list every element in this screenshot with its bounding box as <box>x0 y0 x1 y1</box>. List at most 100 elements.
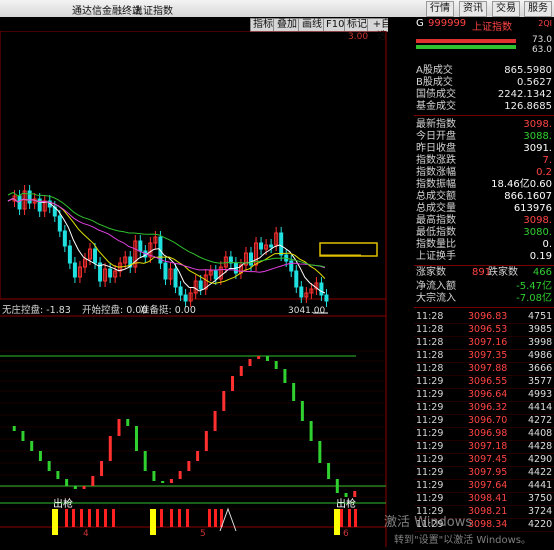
kline-chart[interactable] <box>0 30 388 547</box>
candle-body <box>299 286 304 298</box>
stat-row: 指数涨幅 0.2 <box>414 167 554 179</box>
stat-row: 今日开盘 3088. <box>414 131 554 143</box>
tick-time: 11:29 <box>416 467 444 478</box>
indicator-bar <box>231 376 235 391</box>
tick-price: 3096.53 <box>468 324 508 335</box>
tick-row[interactable]: 11:28 3097.35 4986 <box>414 350 554 363</box>
indicator-bar <box>248 359 252 366</box>
stat-value: 3088. <box>523 131 552 142</box>
stat-label: 指数量比 <box>416 239 456 250</box>
tick-row[interactable]: 11:28 3096.83 4751 <box>414 311 554 324</box>
indicator-bar <box>187 461 191 471</box>
tick-time: 11:29 <box>416 428 444 439</box>
activate-windows: 激活 Windows <box>384 515 473 530</box>
fuwu-button[interactable]: 服务 <box>524 1 552 17</box>
stat-value: 18.46亿0.60 <box>491 179 552 190</box>
toolbar-overlay-button[interactable]: 叠加 <box>273 18 301 32</box>
volume-bar <box>88 509 91 527</box>
tick-price: 3098.21 <box>468 506 508 517</box>
stat-value: 3098. <box>523 215 552 226</box>
candle-body <box>289 260 294 272</box>
candle-body <box>67 245 72 264</box>
tick-price: 3098.34 <box>468 519 508 530</box>
indicator-bar <box>143 451 147 471</box>
tick-row[interactable]: 11:28 3096.53 3985 <box>414 324 554 337</box>
indicator-bar <box>169 479 173 483</box>
main-chart-frame <box>0 30 387 300</box>
tick-price: 3097.35 <box>468 350 508 361</box>
turnover-row: 国债成交 2242.1342 <box>414 89 554 101</box>
candle-body <box>138 240 143 252</box>
tick-volume: 4751 <box>528 311 553 322</box>
volume-bar <box>170 509 173 527</box>
tick-row[interactable]: 11:29 3097.95 4422 <box>414 467 554 480</box>
stat-row: 最高指数 3098. <box>414 215 554 227</box>
tick-volume: 4272 <box>528 415 553 426</box>
turnover-row: 基金成交 126.8685 <box>414 101 554 113</box>
stat-row: 最新指数 3098. <box>414 119 554 131</box>
chart-title: 上证指数 <box>133 6 173 17</box>
stat-value: 0.19 <box>529 251 552 262</box>
indicator-bar <box>222 391 226 411</box>
tick-volume: 3998 <box>528 337 553 348</box>
tick-row[interactable]: 11:29 3096.32 4414 <box>414 402 554 415</box>
indicator-bar <box>300 401 304 421</box>
tick-row[interactable]: 11:29 3096.70 4272 <box>414 415 554 428</box>
stat-row: 上证换手 0.19 <box>414 251 554 263</box>
quote-badge: 2QI <box>538 19 552 28</box>
stat-row: 最低指数 3080. <box>414 227 554 239</box>
tick-price: 3097.88 <box>468 363 508 374</box>
tick-time: 11:29 <box>416 493 444 504</box>
tick-volume: 4422 <box>528 467 553 478</box>
tick-row[interactable]: 11:28 3097.88 3666 <box>414 363 554 376</box>
activate-windows-sub: 转到"设置"以激活 Windows。 <box>394 535 532 546</box>
candle-body <box>163 262 168 280</box>
tick-row[interactable]: 11:29 3096.98 4408 <box>414 428 554 441</box>
zixun-button[interactable]: 资讯 <box>459 1 487 17</box>
turnover-row: B股成交 0.5627 <box>414 77 554 89</box>
candle-body <box>57 215 62 232</box>
tick-price: 3096.98 <box>468 428 508 439</box>
tick-row[interactable]: 11:29 3096.64 4993 <box>414 389 554 402</box>
indicator-bar <box>257 356 261 359</box>
turnover-label: B股成交 <box>416 77 453 88</box>
flow-row: 大宗流入 -7.08亿 <box>414 293 554 305</box>
tick-row[interactable]: 11:29 3096.55 3577 <box>414 376 554 389</box>
volume-bar <box>104 509 107 527</box>
chart-area[interactable]: 3550350034503400335033003250320031503100… <box>0 30 418 547</box>
stat-label: 最低指数 <box>416 227 456 238</box>
quote-flag: G <box>416 18 424 29</box>
tick-row[interactable]: 11:28 3097.16 3998 <box>414 337 554 350</box>
tick-volume: 3577 <box>528 376 553 387</box>
tick-time: 11:28 <box>416 337 444 348</box>
tick-volume: 4290 <box>528 454 553 465</box>
candle-body <box>198 280 203 290</box>
tick-row[interactable]: 11:29 3097.45 4290 <box>414 454 554 467</box>
indicator-bar <box>196 451 200 461</box>
tick-row[interactable]: 11:29 3097.18 4428 <box>414 441 554 454</box>
app-title: 通达信金融终端 <box>72 6 142 17</box>
indicator-bar <box>309 421 313 441</box>
up-label: 涨家数 <box>416 267 446 278</box>
candle-body <box>62 230 67 247</box>
stat-row: 总成交量 613976 <box>414 203 554 215</box>
indicator-bar <box>30 441 34 451</box>
separator-2 <box>414 265 554 266</box>
volume-bar <box>96 509 99 527</box>
jiaoyi-button[interactable]: 交易 <box>492 1 520 17</box>
tick-price: 3097.16 <box>468 337 508 348</box>
tick-volume: 4428 <box>528 441 553 452</box>
candle-body <box>324 294 329 302</box>
tick-row[interactable]: 11:29 3098.41 3750 <box>414 493 554 506</box>
stat-value: 613976 <box>513 203 552 214</box>
toolbar-draw-button[interactable]: 画线 <box>298 18 326 32</box>
hq-button[interactable]: 行情 <box>426 1 454 17</box>
volume-bar <box>160 509 163 527</box>
signal-bar <box>334 509 340 535</box>
indicator-bar <box>47 461 51 471</box>
volume-bar <box>348 509 351 527</box>
volume-bar <box>214 509 217 527</box>
tick-row[interactable]: 11:29 3097.64 4441 <box>414 480 554 493</box>
volume-bar <box>112 509 115 527</box>
indicator-bar <box>204 431 208 451</box>
